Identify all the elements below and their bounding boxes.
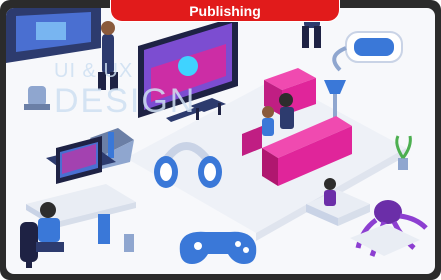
watermark-line2: DESIGN xyxy=(54,82,197,120)
vr-headset-icon xyxy=(332,31,403,72)
chair-icon xyxy=(24,86,50,110)
gamepad-icon xyxy=(179,231,257,264)
category-tag[interactable]: Publishing xyxy=(110,0,340,22)
watermark-line1: UI & UX xyxy=(54,60,134,82)
illustration-canvas: UI & UX DESIGN xyxy=(6,8,435,274)
gaming-illustration xyxy=(6,8,428,268)
wall-screen-icon xyxy=(6,8,101,63)
card-frame[interactable]: UI & UX DESIGN Publishing xyxy=(0,0,441,280)
